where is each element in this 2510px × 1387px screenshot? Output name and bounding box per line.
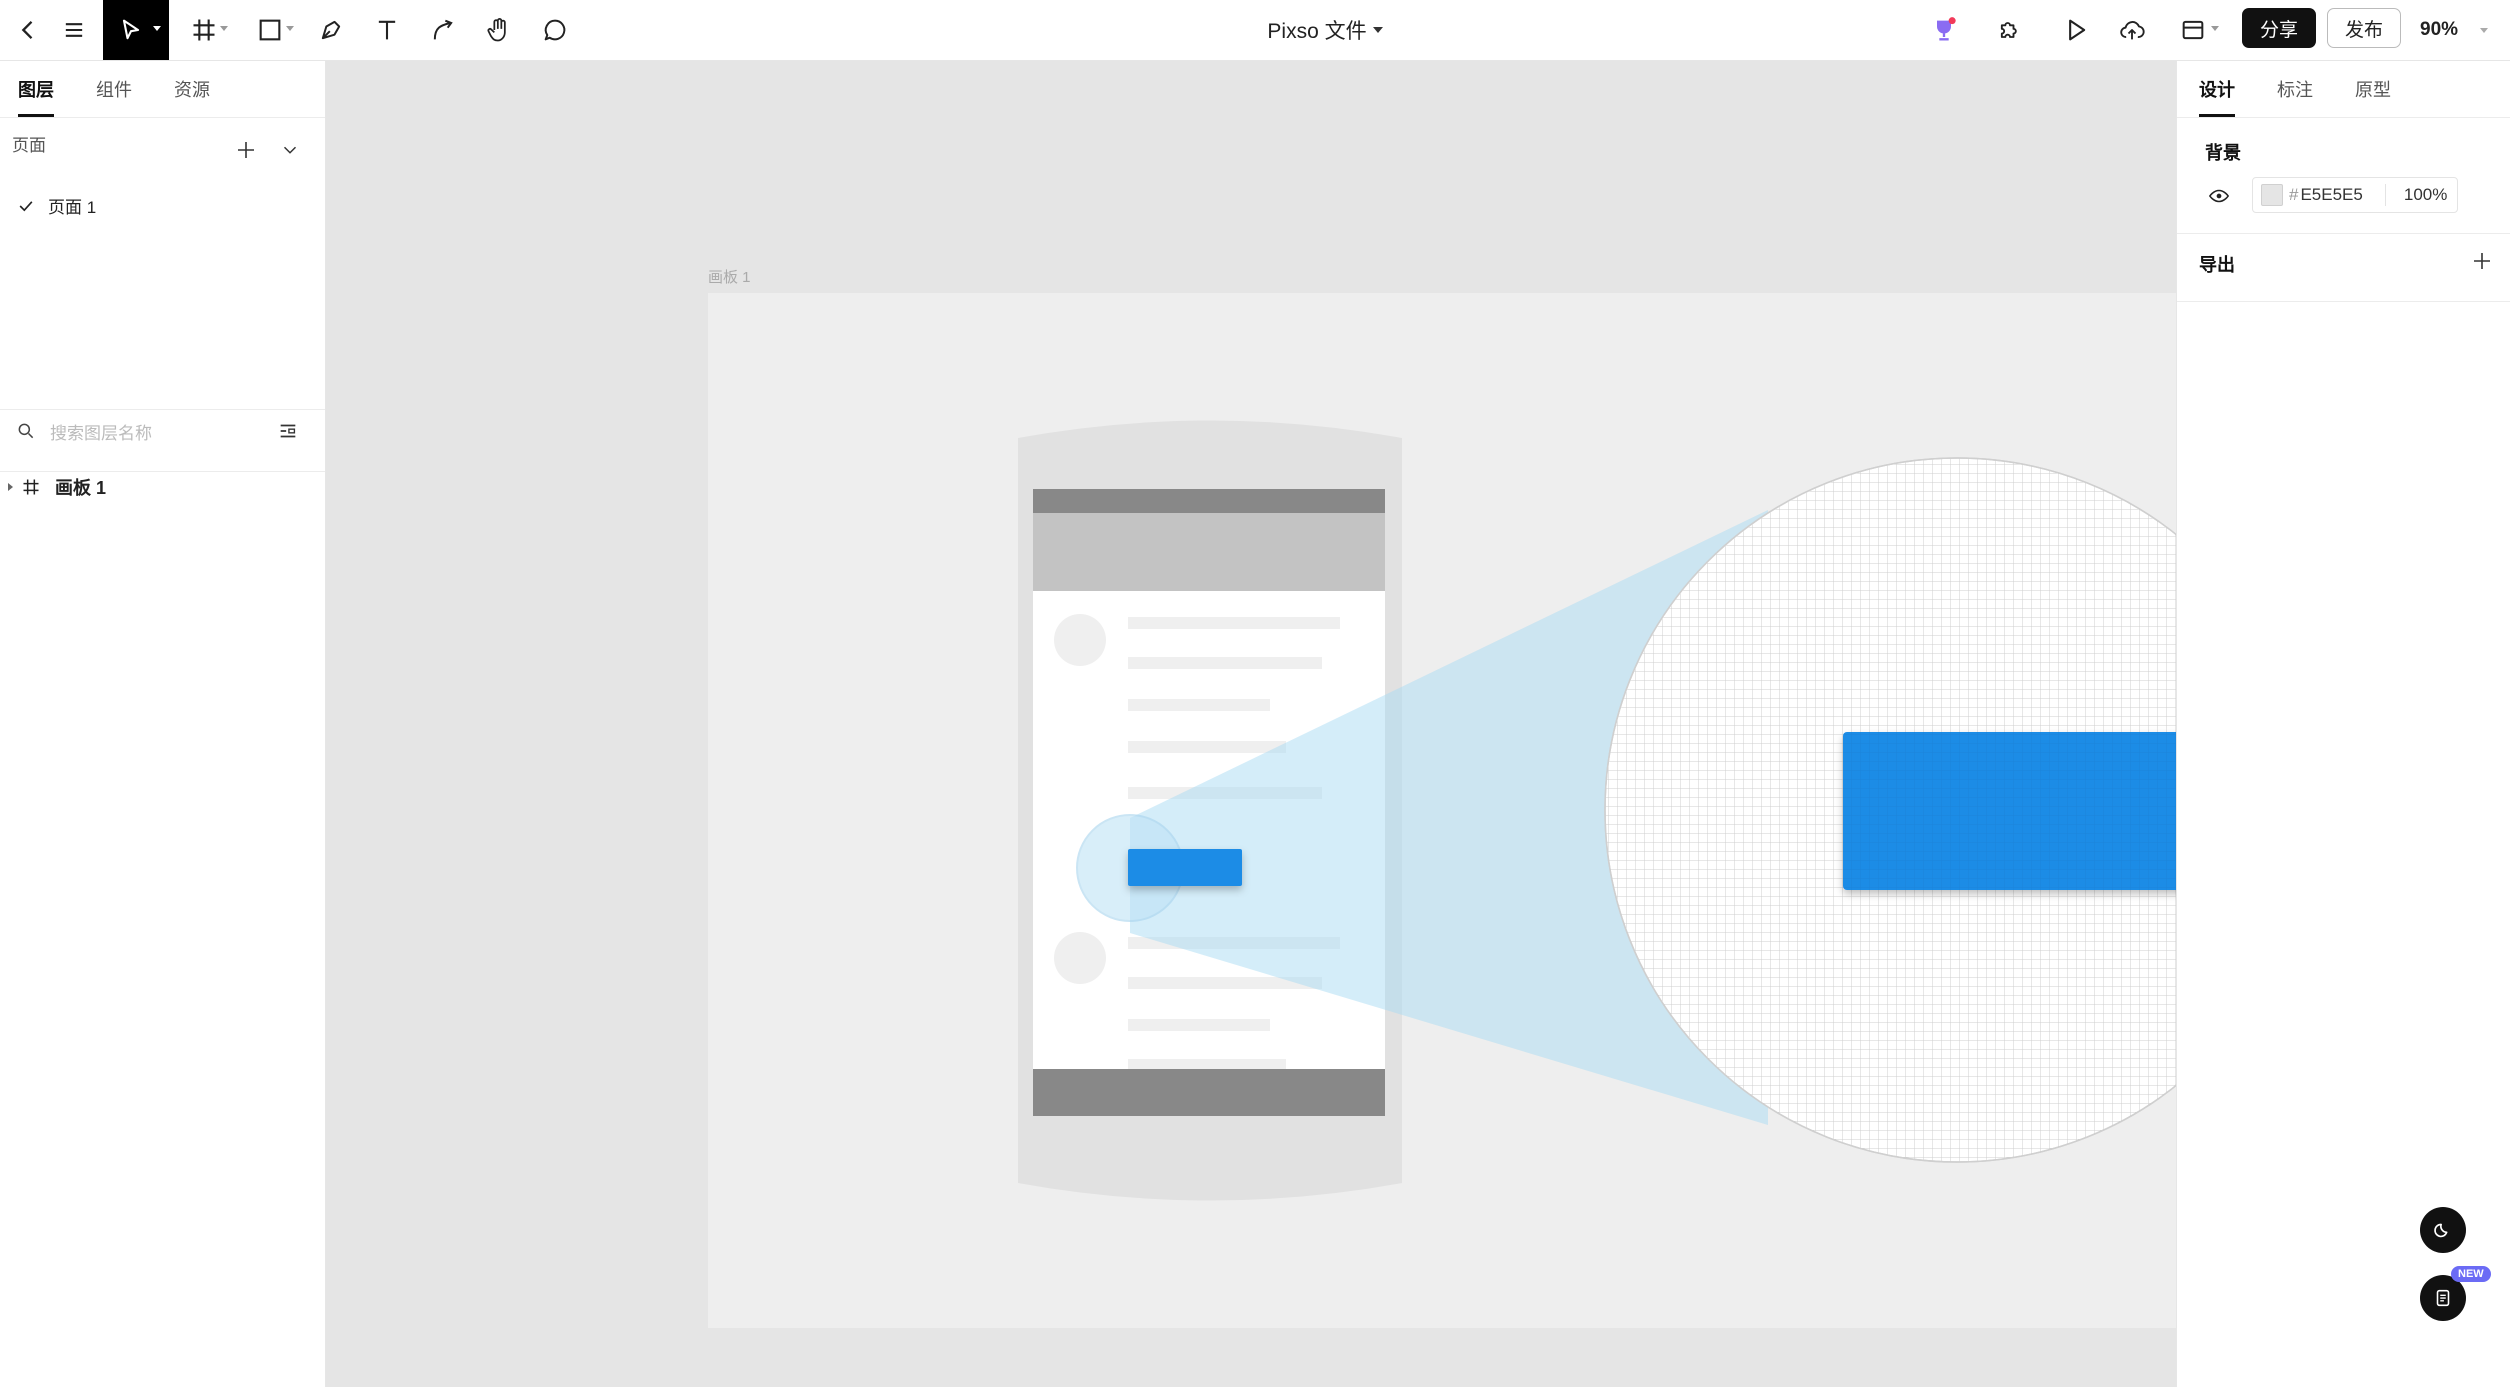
zoom-dropdown[interactable]: 90% [2410,0,2510,60]
field-divider [2384,184,2386,206]
phone-bottom-bar [1033,1069,1385,1116]
phone-cta-button [1128,849,1242,886]
layer-label: 画板 1 [55,478,107,498]
left-panel-tabs: 图层 组件 资源 [0,61,325,118]
hex-value[interactable]: E5E5E5 [2300,185,2362,205]
list-avatar [1054,614,1106,666]
search-icon [18,423,34,439]
rectangle-icon [259,19,281,41]
share-button[interactable]: 分享 [2242,8,2316,48]
export-section-title: 导出 [2199,255,2235,275]
chevron-down-icon [283,146,297,154]
right-panel-tabs: 设计 标注 原型 [2177,61,2510,118]
plus-icon [238,142,254,158]
hex-hash: # [2289,185,2299,204]
hamburger-menu-icon [65,23,83,37]
panel-divider [0,471,325,472]
frame-hash-icon [23,479,39,495]
pen-tool-button[interactable] [303,0,359,60]
play-icon [2069,19,2086,41]
background-section-title: 背景 [2205,143,2241,163]
pen-nib-icon [321,20,341,40]
panel-divider [2177,233,2510,234]
chevron-down-icon [2480,27,2489,33]
color-swatch[interactable] [2261,184,2283,206]
connector-tool-button[interactable] [415,0,471,60]
top-toolbar: Pixso 文件 分享 发布 90% [0,0,2510,61]
text-tool-button[interactable] [359,0,415,60]
collapse-pages-button[interactable] [278,138,302,162]
layout-button[interactable] [2165,0,2221,60]
canvas-area[interactable]: 画板 1 [326,61,2473,1387]
trophy-badge-icon [1937,17,1956,41]
plugins-button[interactable] [1982,0,2038,60]
tab-assets[interactable]: 资源 [174,61,210,117]
frame-tool-button[interactable] [176,0,232,60]
visibility-toggle[interactable] [2207,184,2231,208]
layer-item[interactable]: 画板 1 [8,474,106,500]
properties-panel: 设计 标注 原型 背景 # E5E5E5 100% 导出 [2176,61,2510,1387]
add-export-button[interactable] [2470,249,2494,273]
frame-hash-icon [193,19,215,41]
hand-tool-button[interactable] [471,0,527,60]
text-t-icon [378,20,396,40]
expand-arrow-icon[interactable] [8,483,13,491]
cursor-arrow-icon [122,19,140,40]
plus-icon [2474,253,2490,269]
background-color-field[interactable]: # E5E5E5 100% [2252,177,2458,213]
chevron-down-icon [1372,27,1383,33]
theme-toggle-button[interactable] [2420,1207,2466,1253]
file-title-menu[interactable]: Pixso 文件 [1150,0,1500,60]
tab-prototype[interactable]: 原型 [2355,61,2391,117]
add-page-button[interactable] [234,138,258,162]
hand-icon [487,18,506,42]
zoom-level: 90% [2420,19,2459,40]
puzzle-piece-icon [2000,22,2017,38]
panel-divider [2177,301,2510,302]
shape-tool-button[interactable] [242,0,298,60]
opacity-value[interactable]: 100% [2404,185,2447,205]
comment-bubble-icon [544,19,566,41]
tab-inspect[interactable]: 标注 [2277,61,2313,117]
checkmark-icon [19,200,33,211]
search-input[interactable]: 搜索图层名称 [50,419,152,444]
new-badge: NEW [2451,1266,2491,1282]
page-label: 页面 1 [48,198,97,217]
present-button[interactable] [2048,0,2104,60]
layer-search[interactable]: 搜索图层名称 [16,411,309,451]
layout-panel-icon [2182,20,2204,40]
file-title: Pixso 文件 [1267,20,1367,43]
comment-tool-button[interactable] [527,0,583,60]
layers-panel: 图层 组件 资源 页面 页面 1 搜索图层名称 画板 1 [0,61,326,1387]
list-avatar [1054,932,1106,984]
page-item[interactable]: 页面 1 [16,193,96,218]
tab-design[interactable]: 设计 [2199,61,2235,117]
chevron-left-icon [21,21,33,39]
tab-layers[interactable]: 图层 [18,61,54,117]
pages-heading: 页面 [12,136,46,155]
main-menu-button[interactable] [46,0,102,60]
filter-list-icon[interactable] [277,420,299,442]
document-icon [2436,1289,2450,1307]
connector-arrow-icon [433,19,453,40]
phone-status-bar [1033,489,1385,513]
phone-app-bar [1033,513,1385,591]
premium-badge-button[interactable] [1916,0,1972,60]
frame-label[interactable]: 画板 1 [708,266,751,287]
move-tool-button[interactable] [103,0,169,60]
panel-divider [0,409,325,410]
moon-icon [2434,1223,2448,1238]
upload-button[interactable] [2104,0,2160,60]
eye-icon [2208,189,2230,203]
publish-button[interactable]: 发布 [2327,8,2401,48]
tab-components[interactable]: 组件 [96,61,132,117]
cloud-upload-icon [2120,21,2145,40]
